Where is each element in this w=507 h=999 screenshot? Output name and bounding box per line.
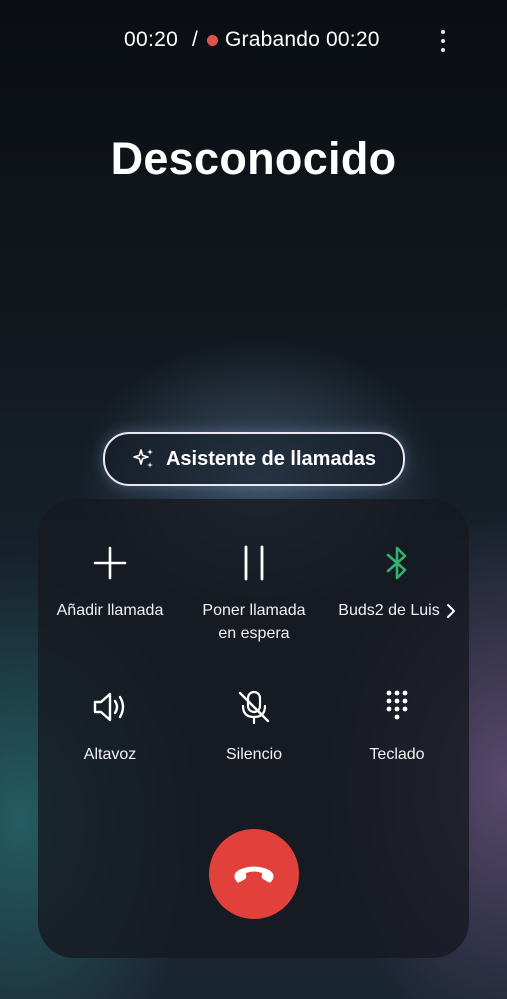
- pause-icon: [244, 545, 264, 581]
- hold-call-button[interactable]: Poner llamada en espera: [182, 543, 326, 645]
- more-options-button[interactable]: [433, 30, 453, 54]
- keypad-button[interactable]: Teclado: [325, 687, 469, 766]
- recording-indicator-icon: [207, 35, 218, 46]
- add-call-label: Añadir llamada: [56, 602, 164, 619]
- bluetooth-device-label: Buds2 de Luis: [338, 602, 440, 619]
- speaker-icon: [93, 692, 125, 722]
- caller-name: Desconocido: [110, 133, 397, 184]
- keypad-label: Teclado: [369, 746, 425, 763]
- bluetooth-icon: [386, 546, 407, 580]
- call-timer: 00:20: [124, 28, 179, 51]
- plus-icon: [93, 546, 127, 580]
- call-controls-panel: Añadir llamada Poner llamada en espera B…: [38, 499, 469, 958]
- call-status-bar: 00:20 / Grabando 00:20: [0, 28, 507, 56]
- mute-button[interactable]: Silencio: [182, 687, 326, 766]
- chevron-right-icon: [446, 603, 455, 618]
- call-assistant-label: Asistente de llamadas: [165, 447, 377, 470]
- sparkle-icon: [133, 449, 153, 468]
- end-call-button[interactable]: [209, 829, 299, 919]
- phone-hangup-icon: [234, 866, 274, 883]
- more-vertical-icon: [441, 30, 445, 34]
- recording-status: Grabando 00:20: [225, 28, 380, 51]
- speaker-button[interactable]: Altavoz: [38, 687, 182, 766]
- status-separator: /: [192, 28, 198, 51]
- hold-call-label: Poner llamada en espera: [202, 602, 306, 642]
- speaker-label: Altavoz: [83, 746, 137, 763]
- keypad-icon: [386, 690, 408, 720]
- bluetooth-audio-button[interactable]: Buds2 de Luis: [325, 543, 469, 622]
- call-assistant-button[interactable]: Asistente de llamadas: [103, 432, 405, 486]
- mute-label: Silencio: [225, 746, 283, 763]
- add-call-button[interactable]: Añadir llamada: [38, 543, 182, 622]
- mic-off-icon: [238, 690, 270, 725]
